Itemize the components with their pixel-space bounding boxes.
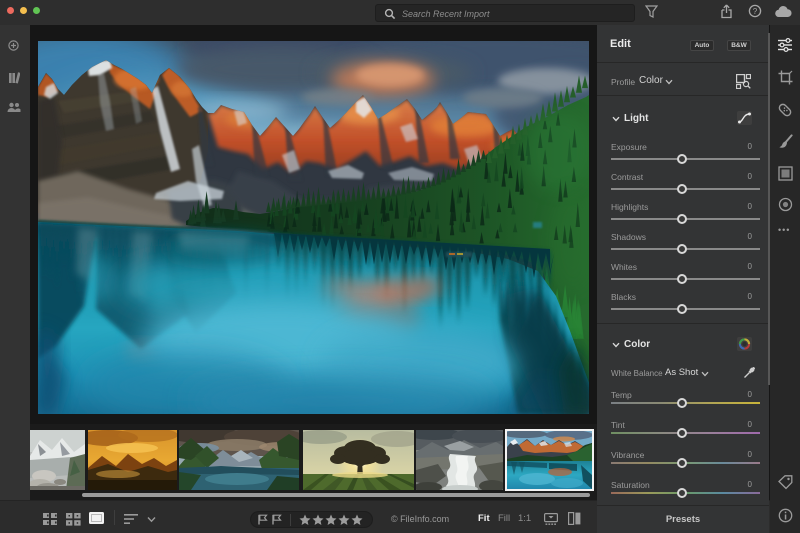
svg-text:?: ? <box>753 7 758 16</box>
